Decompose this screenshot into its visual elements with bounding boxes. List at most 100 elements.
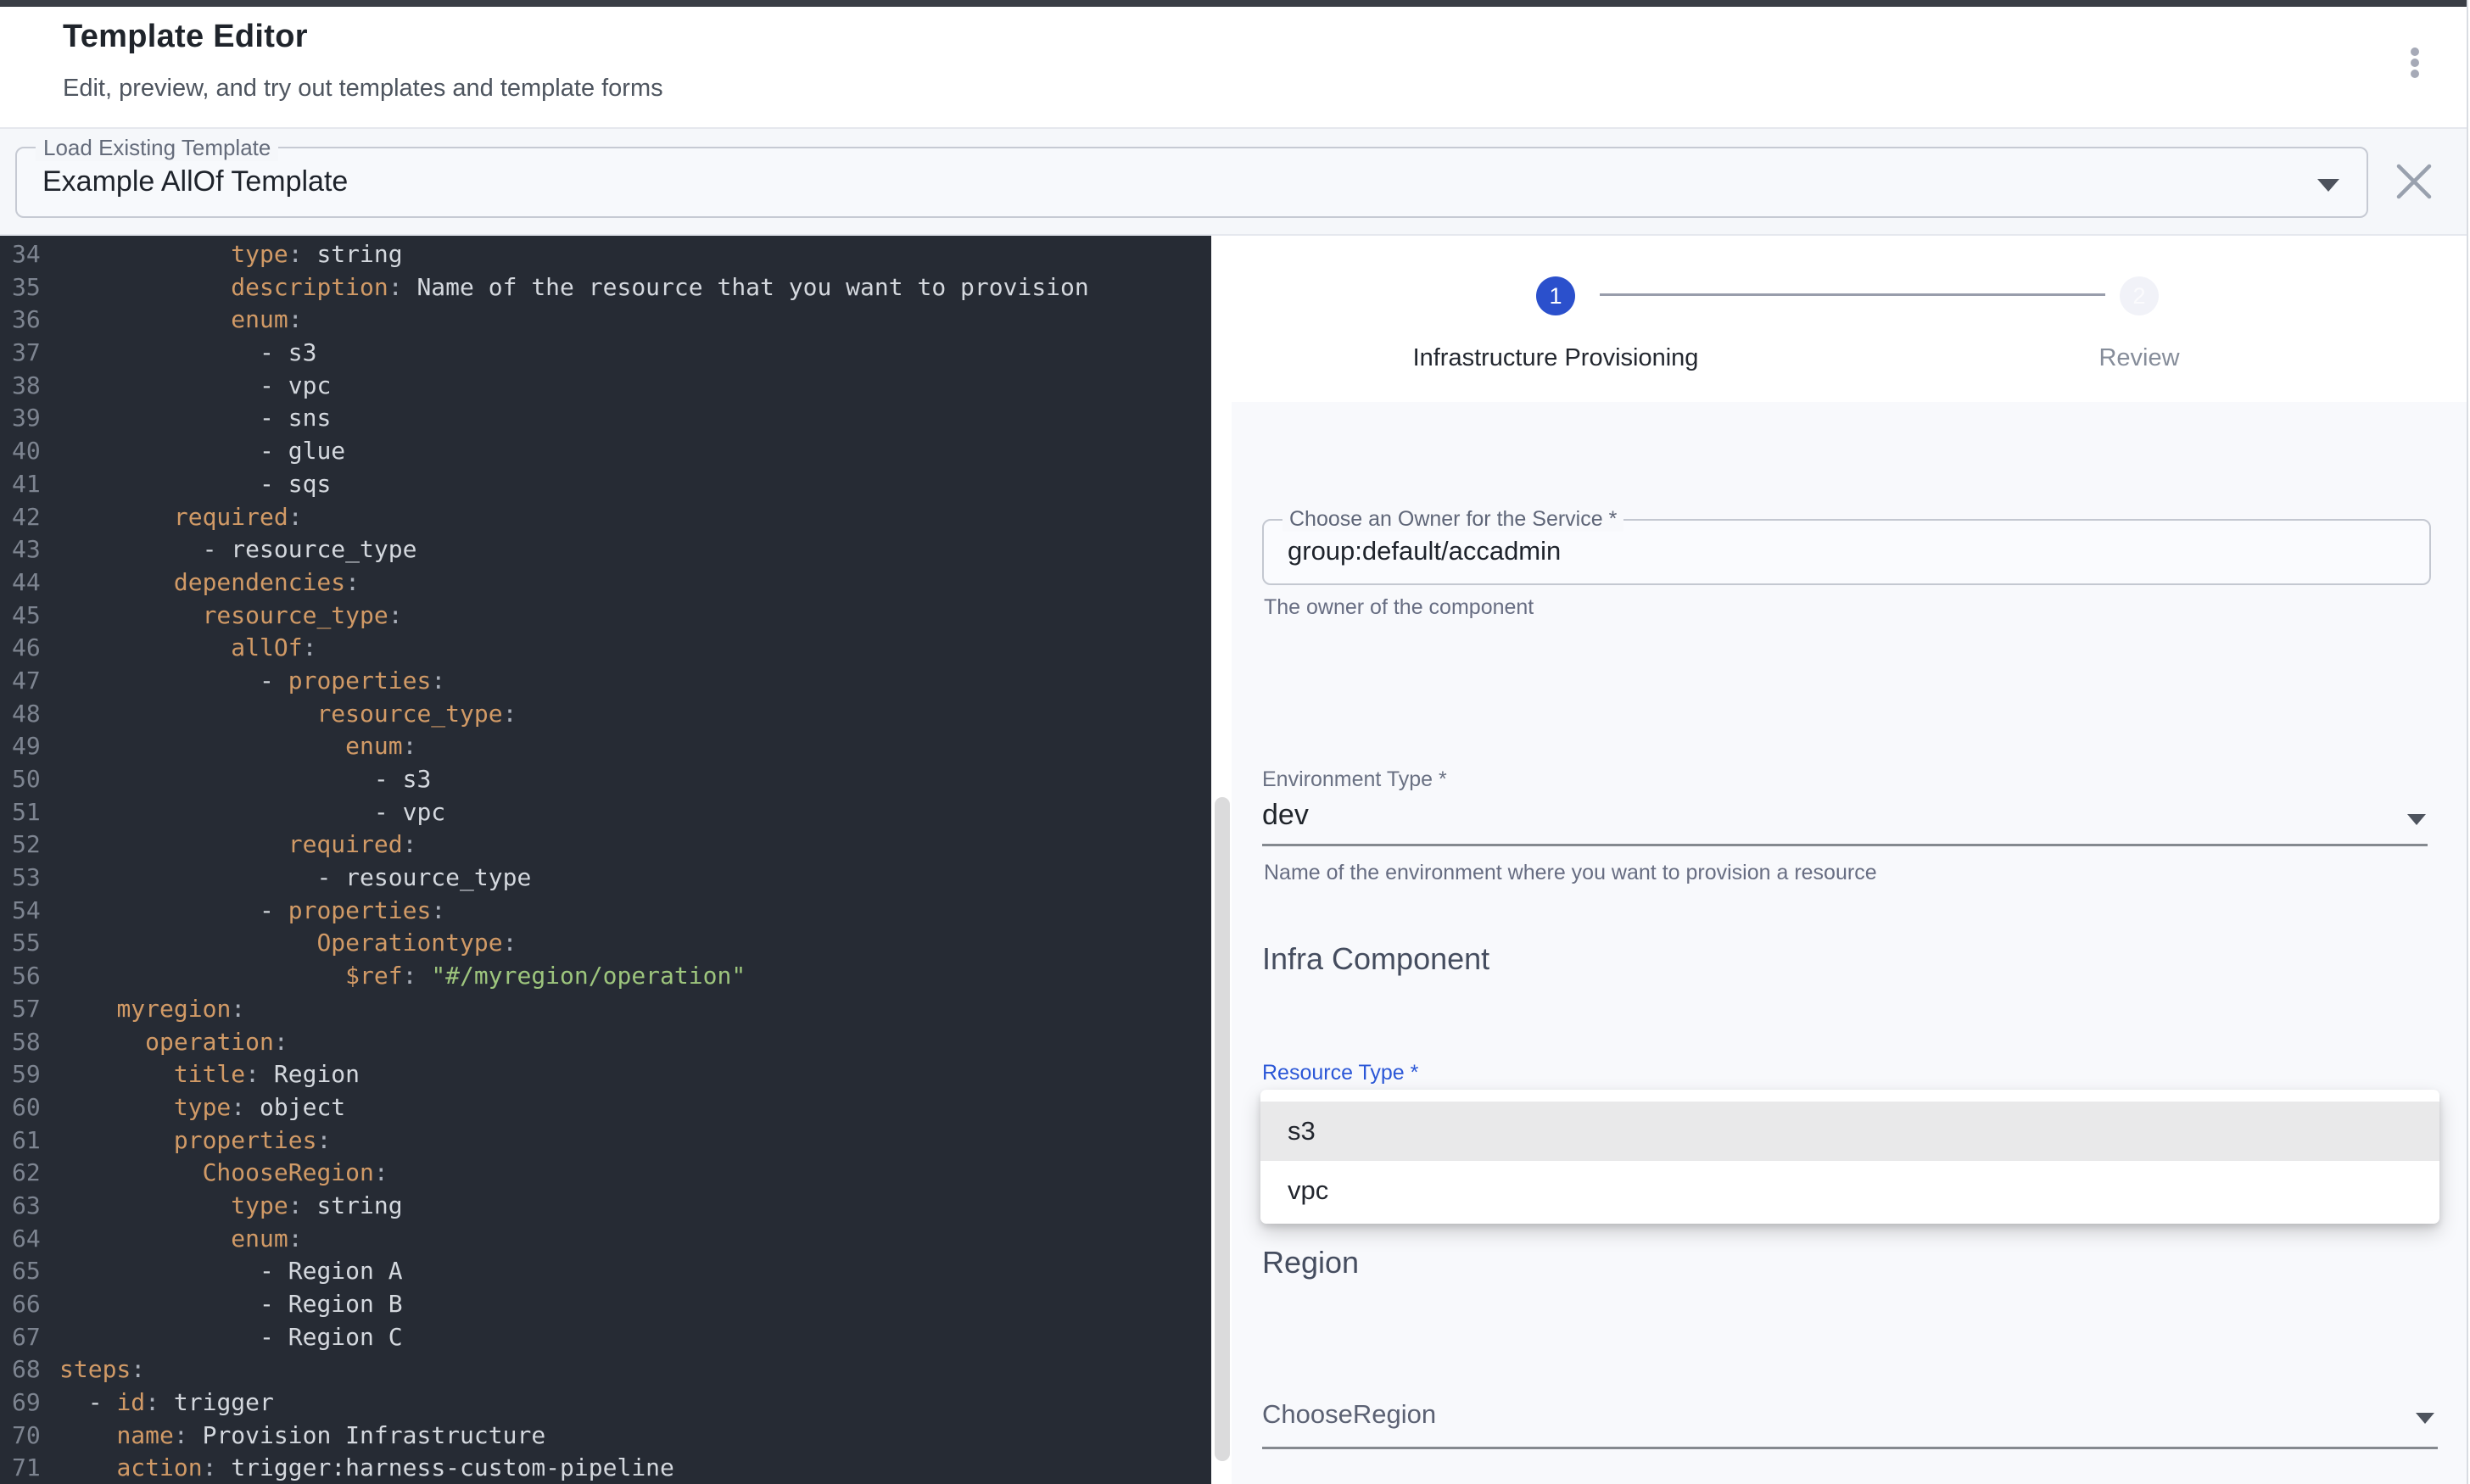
environment-helper-text: Name of the environment where you want t…: [1264, 861, 1877, 885]
line-number: 60: [0, 1091, 59, 1124]
resource-type-label: Resource Type *: [1262, 1061, 1418, 1085]
chevron-down-icon[interactable]: [2416, 1413, 2434, 1424]
page-subtitle: Edit, preview, and try out templates and…: [63, 75, 663, 103]
line-number: 50: [0, 763, 59, 796]
template-editor-app: Template Editor Edit, preview, and try o…: [0, 0, 2470, 1484]
stepper-label-infrastructure: Infrastructure Provisioning: [1301, 344, 1810, 372]
line-number: 43: [0, 533, 59, 566]
line-number: 53: [0, 862, 59, 895]
line-number: 69: [0, 1386, 59, 1420]
clear-template-button[interactable]: [2380, 148, 2448, 215]
line-number: 65: [0, 1255, 59, 1288]
resource-type-option-vpc[interactable]: vpc: [1260, 1161, 2439, 1220]
code-line: 39 - sns: [0, 402, 1211, 435]
chevron-down-icon: [2317, 179, 2339, 192]
owner-field-value: group:default/accadmin: [1288, 536, 1561, 566]
stepper-label-review: Review: [2012, 344, 2266, 372]
code-line: 41 - sqs: [0, 468, 1211, 501]
line-number: 49: [0, 730, 59, 763]
owner-helper-text: The owner of the component: [1264, 595, 1534, 620]
code-line: 60 type: object: [0, 1091, 1211, 1124]
line-number: 56: [0, 960, 59, 993]
stepper-connector: [1600, 293, 2105, 296]
code-line: 47 - properties:: [0, 665, 1211, 698]
line-number: 64: [0, 1223, 59, 1256]
load-template-value: Example AllOf Template: [42, 165, 348, 198]
line-number: 46: [0, 632, 59, 665]
yaml-editor[interactable]: 34 type: string35 description: Name of t…: [0, 236, 1211, 1484]
line-number: 35: [0, 271, 59, 304]
environment-field-label: Environment Type *: [1262, 767, 1447, 792]
line-number: 34: [0, 238, 59, 271]
code-line: 69 - id: trigger: [0, 1386, 1211, 1420]
infra-component-heading: Infra Component: [1262, 941, 1489, 977]
kebab-dot-icon: [2411, 47, 2419, 56]
kebab-dot-icon: [2411, 59, 2419, 67]
code-line: 38 - vpc: [0, 370, 1211, 403]
line-number: 48: [0, 698, 59, 731]
load-template-row: Load Existing Template Example AllOf Tem…: [0, 127, 2467, 236]
choose-region-underline: [1262, 1447, 2438, 1449]
code-line: 54 - properties:: [0, 895, 1211, 928]
code-line: 62 ChooseRegion:: [0, 1157, 1211, 1190]
code-line: 37 - s3: [0, 337, 1211, 370]
chevron-down-icon[interactable]: [2407, 814, 2426, 825]
line-number: 47: [0, 665, 59, 698]
code-line: 53 - resource_type: [0, 862, 1211, 895]
code-line: 68steps:: [0, 1353, 1211, 1386]
code-line: 66 - Region B: [0, 1288, 1211, 1321]
panel-scrollbar-thumb[interactable]: [1215, 797, 1230, 1461]
line-number: 66: [0, 1288, 59, 1321]
code-line: 43 - resource_type: [0, 533, 1211, 566]
code-line: 65 - Region A: [0, 1255, 1211, 1288]
line-number: 36: [0, 304, 59, 337]
line-number: 41: [0, 468, 59, 501]
kebab-menu-button[interactable]: [2395, 41, 2434, 86]
code-line: 48 resource_type:: [0, 698, 1211, 731]
code-line: 70 name: Provision Infrastructure: [0, 1420, 1211, 1453]
line-number: 54: [0, 895, 59, 928]
environment-underline: [1262, 844, 2428, 846]
line-number: 57: [0, 993, 59, 1026]
owner-field-label: Choose an Owner for the Service *: [1282, 507, 1623, 532]
resource-type-option-s3[interactable]: s3: [1260, 1102, 2439, 1161]
line-number: 51: [0, 796, 59, 829]
code-line: 40 - glue: [0, 435, 1211, 468]
stepper-step-1[interactable]: 1: [1536, 276, 1575, 315]
load-template-label: Load Existing Template: [36, 135, 278, 161]
code-line: 55 Operationtype:: [0, 927, 1211, 960]
code-line: 56 $ref: "#/myregion/operation": [0, 960, 1211, 993]
code-line: 46 allOf:: [0, 632, 1211, 665]
owner-field[interactable]: Choose an Owner for the Service * group:…: [1262, 519, 2431, 585]
code-line: 67 - Region C: [0, 1321, 1211, 1354]
choose-region-select[interactable]: ChooseRegion: [1262, 1399, 1436, 1430]
line-number: 55: [0, 927, 59, 960]
line-number: 52: [0, 828, 59, 862]
line-number: 61: [0, 1124, 59, 1158]
line-number: 44: [0, 566, 59, 600]
kebab-dot-icon: [2411, 70, 2419, 78]
code-line: 61 properties:: [0, 1124, 1211, 1158]
line-number: 39: [0, 402, 59, 435]
code-line: 50 - s3: [0, 763, 1211, 796]
code-line: 36 enum:: [0, 304, 1211, 337]
line-number: 70: [0, 1420, 59, 1453]
code-line: 58 operation:: [0, 1026, 1211, 1059]
code-line: 57 myregion:: [0, 993, 1211, 1026]
environment-select[interactable]: dev: [1262, 799, 1309, 832]
code-line: 45 resource_type:: [0, 600, 1211, 633]
line-number: 63: [0, 1190, 59, 1223]
code-line: 59 title: Region: [0, 1058, 1211, 1091]
page-scrollbar-track[interactable]: [2467, 0, 2468, 1484]
stepper-step-2[interactable]: 2: [2120, 276, 2159, 315]
line-number: 62: [0, 1157, 59, 1190]
line-number: 71: [0, 1452, 59, 1484]
code-line: 49 enum:: [0, 730, 1211, 763]
code-line: 52 required:: [0, 828, 1211, 862]
code-line: 35 description: Name of the resource tha…: [0, 271, 1211, 304]
load-template-select[interactable]: Load Existing Template Example AllOf Tem…: [15, 147, 2368, 218]
region-heading: Region: [1262, 1245, 1359, 1280]
code-line: 34 type: string: [0, 238, 1211, 271]
line-number: 45: [0, 600, 59, 633]
preview-panel: 1 2 Infrastructure Provisioning Review C…: [1211, 236, 2467, 1484]
